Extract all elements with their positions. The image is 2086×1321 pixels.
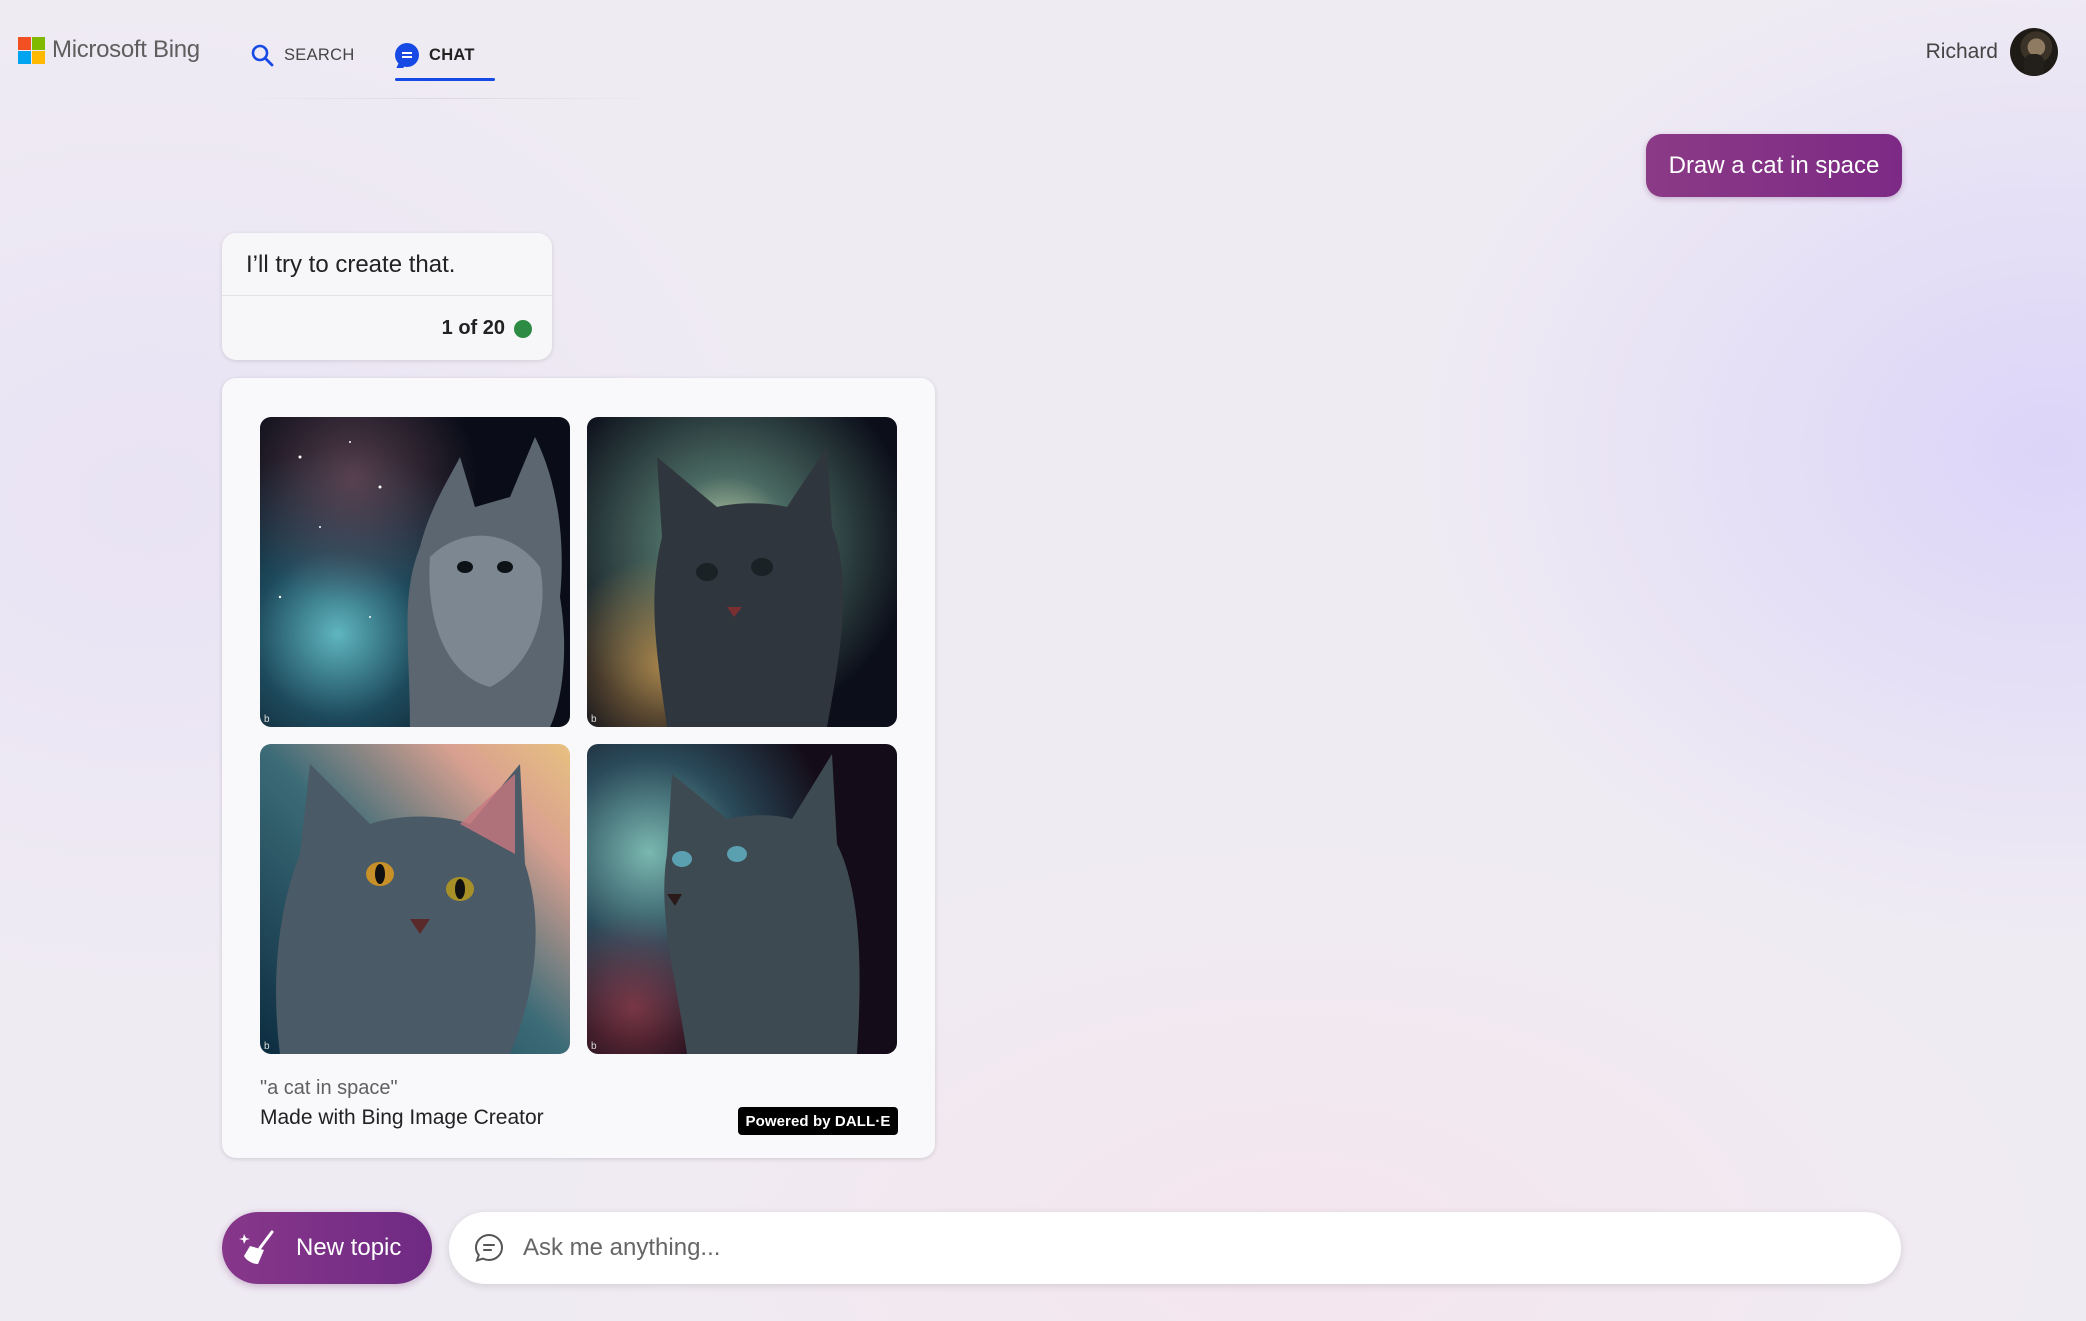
chat-message-icon bbox=[474, 1233, 504, 1263]
bing-watermark-icon: b bbox=[591, 714, 597, 725]
microsoft-logo-icon bbox=[18, 36, 45, 64]
bing-watermark-icon: b bbox=[264, 714, 270, 725]
turn-counter: 1 of 20 bbox=[442, 317, 532, 340]
avatar[interactable] bbox=[2010, 28, 2058, 76]
microsoft-bing-logo[interactable]: Microsoft Bing bbox=[18, 36, 200, 64]
user-message-bubble: Draw a cat in space bbox=[1646, 134, 1902, 197]
tab-chat-label: CHAT bbox=[429, 45, 475, 64]
generated-image-3[interactable]: b bbox=[260, 744, 570, 1054]
generated-image-4[interactable]: b bbox=[587, 744, 897, 1054]
dalle-badge-text: Powered by DALL·E bbox=[745, 1112, 891, 1130]
ask-input[interactable] bbox=[521, 1233, 1825, 1263]
user-name: Richard bbox=[1925, 40, 1998, 63]
chat-input-bar[interactable] bbox=[449, 1212, 1901, 1284]
image-result-card: b b b b "a cat in space" Made with Bing … bbox=[222, 378, 935, 1158]
bing-watermark-icon: b bbox=[591, 1041, 597, 1052]
status-dot-icon bbox=[514, 319, 532, 338]
tab-search[interactable]: SEARCH bbox=[250, 30, 355, 80]
new-topic-label: New topic bbox=[296, 1234, 402, 1261]
broom-icon bbox=[239, 1230, 274, 1264]
user-profile[interactable]: Richard bbox=[1926, 28, 2058, 76]
generated-image-1[interactable]: b bbox=[260, 417, 570, 727]
chat-bubble-icon bbox=[395, 43, 419, 67]
generated-image-2[interactable]: b bbox=[587, 417, 897, 727]
logo-text: Microsoft Bing bbox=[52, 36, 200, 63]
new-topic-button[interactable]: New topic bbox=[222, 1212, 432, 1284]
user-message-text: Draw a cat in space bbox=[1668, 151, 1880, 179]
image-creator-caption: Made with Bing Image Creator bbox=[260, 1106, 544, 1129]
header-divider bbox=[228, 98, 668, 99]
search-icon bbox=[251, 44, 274, 67]
image-prompt-text: "a cat in space" bbox=[260, 1077, 398, 1099]
tab-chat[interactable]: CHAT bbox=[395, 30, 495, 81]
bot-message-bubble: I’ll try to create that. 1 of 20 bbox=[222, 233, 552, 360]
tab-search-label: SEARCH bbox=[284, 45, 355, 64]
bot-message-divider bbox=[222, 295, 552, 296]
powered-by-dalle-badge: Powered by DALL·E bbox=[738, 1107, 898, 1135]
bing-watermark-icon: b bbox=[264, 1041, 270, 1052]
bot-message-text: I’ll try to create that. bbox=[246, 251, 456, 278]
turn-counter-text: 1 of 20 bbox=[441, 317, 505, 339]
active-tab-indicator bbox=[395, 78, 495, 81]
